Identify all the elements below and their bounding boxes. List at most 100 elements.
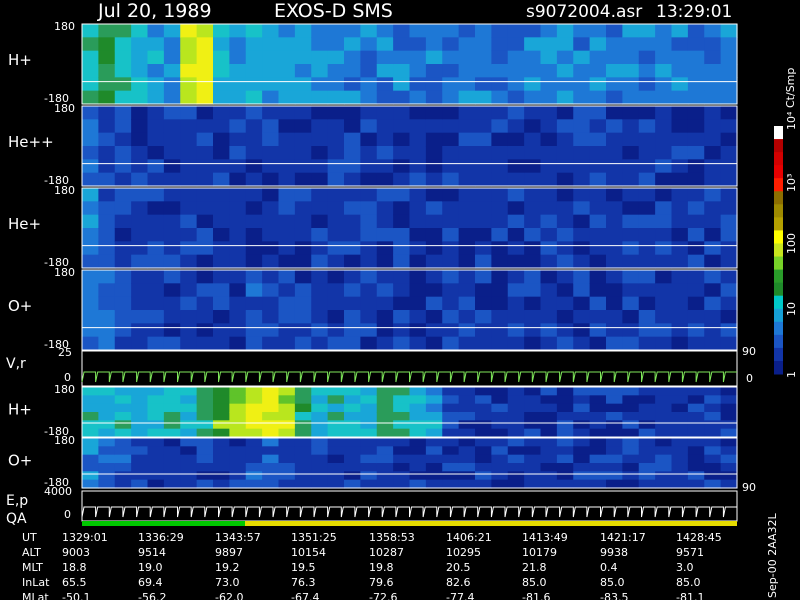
heat-cell <box>294 463 312 472</box>
heat-cell <box>163 438 181 447</box>
heat-cell <box>671 463 689 472</box>
heat-cell <box>540 132 558 147</box>
heat-cell <box>671 270 689 284</box>
heat-cell <box>213 172 230 187</box>
heat-cell <box>278 296 296 311</box>
heat-cell <box>720 412 738 421</box>
heat-cell <box>425 106 443 120</box>
heat-cell <box>524 90 542 105</box>
heat-cell <box>573 90 591 105</box>
heat-cell <box>131 64 149 78</box>
heat-cell <box>163 428 181 438</box>
heat-cell <box>131 471 149 481</box>
heat-cell <box>507 454 525 464</box>
heat-cell <box>245 403 263 413</box>
heat-cell <box>131 283 149 298</box>
heat-cell <box>442 64 460 78</box>
heat-cell <box>278 241 296 256</box>
heat-cell <box>475 336 492 351</box>
heat-cell <box>409 254 427 269</box>
heat-cell <box>196 159 214 174</box>
heat-cell <box>311 64 329 78</box>
heat-cell <box>344 201 361 216</box>
heat-cell <box>655 64 673 78</box>
heat-cell <box>573 428 591 438</box>
heat-cell <box>147 438 165 447</box>
header-file: s9072004.asr <box>526 2 642 22</box>
heat-cell <box>245 50 263 65</box>
heat-cell <box>114 172 132 187</box>
heat-cell <box>311 323 329 338</box>
heat-cell <box>671 146 689 160</box>
heat-cell <box>507 463 525 472</box>
heat-cell <box>475 270 492 284</box>
heat-cell <box>82 403 99 413</box>
heat-cell <box>245 310 263 324</box>
heat-cell <box>245 428 263 438</box>
heat-cell <box>524 403 542 413</box>
heat-cell <box>655 188 673 202</box>
heat-cell <box>98 336 116 351</box>
heat-cell <box>180 283 198 298</box>
heat-cell <box>622 471 640 481</box>
heat-cell <box>655 395 673 405</box>
heat-cell <box>98 395 116 405</box>
heat-cell <box>720 336 738 351</box>
heat-cell <box>475 146 492 160</box>
heat-cell <box>163 387 181 396</box>
heat-cell <box>589 37 607 52</box>
panel-4: O+180-180 <box>8 266 738 351</box>
heat-cell <box>262 438 280 447</box>
heat-cell <box>638 214 656 229</box>
heat-cell <box>294 37 312 52</box>
heat-cell <box>573 172 591 187</box>
heat-cell <box>589 270 607 284</box>
heat-cell <box>638 420 656 430</box>
heat-cell <box>524 24 542 38</box>
heat-cell <box>720 446 738 456</box>
heat-cell <box>655 50 673 65</box>
heat-cell <box>491 241 509 256</box>
heat-cell <box>163 90 181 105</box>
heat-cell <box>376 270 394 284</box>
vr-right-tick-top: 90 <box>742 345 756 358</box>
heat-cell <box>491 146 509 160</box>
heat-cell <box>376 254 394 269</box>
heat-cell <box>376 214 394 229</box>
heat-cell <box>458 132 476 147</box>
heat-cell <box>622 50 640 65</box>
heat-cell <box>573 412 591 421</box>
heat-cell <box>163 64 181 78</box>
heat-cell <box>344 254 361 269</box>
heat-cell <box>655 403 673 413</box>
heat-cell <box>196 446 214 456</box>
heat-cell <box>638 403 656 413</box>
heat-cell <box>131 90 149 105</box>
heat-cell <box>393 159 411 174</box>
heat-cell <box>606 387 623 396</box>
heat-cell <box>229 395 247 405</box>
heat-cell <box>687 310 705 324</box>
heat-cell <box>671 254 689 269</box>
heat-cell <box>131 463 149 472</box>
heat-cell <box>491 214 509 229</box>
heat-cell <box>409 77 427 92</box>
heat-cell <box>540 37 558 52</box>
heat-cell <box>671 24 689 38</box>
heat-cell <box>229 132 247 147</box>
heat-cell <box>458 310 476 324</box>
colorbar-segment <box>774 139 783 153</box>
heat-cell <box>507 270 525 284</box>
heat-cell <box>524 270 542 284</box>
heat-cell <box>327 336 345 351</box>
heat-cell <box>245 241 263 256</box>
heat-cell <box>458 159 476 174</box>
heat-cell <box>278 387 296 396</box>
heat-cell <box>180 254 198 269</box>
heat-cell <box>524 420 542 430</box>
heat-cell <box>147 228 165 242</box>
heat-cell <box>98 454 116 464</box>
colorbar-segment <box>774 178 783 192</box>
heat-cell <box>196 64 214 78</box>
heat-cell <box>425 24 443 38</box>
